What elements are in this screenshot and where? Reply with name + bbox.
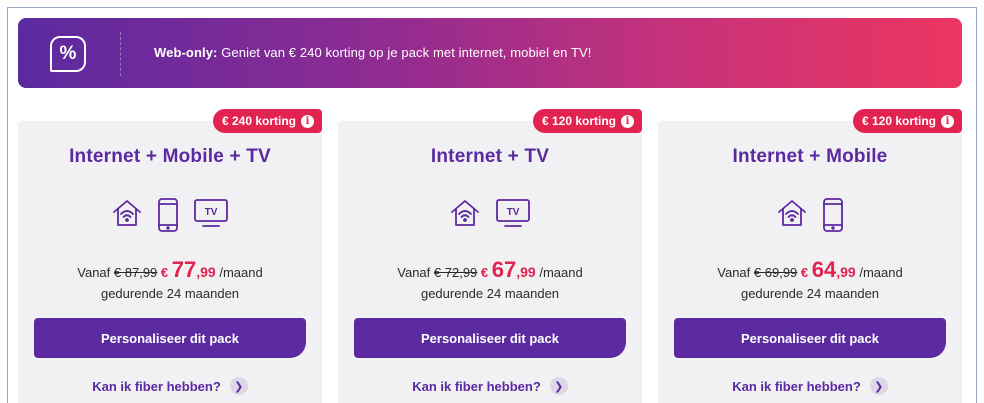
chevron-right-icon: ❯ [869,377,888,395]
pack-title: Internet + Mobile + TV [69,146,271,167]
contract-duration: gedurende 24 maanden [100,286,240,301]
wifi-house-icon [449,197,481,229]
pack-title: Internet + TV [430,146,550,167]
new-price: € 77,99 [160,257,216,282]
price-euros: 64 [811,257,837,282]
price-cents: ,99 [836,264,856,280]
discount-badge[interactable]: € 120 korting i [852,109,962,133]
banner-prefix: Web-only: [154,45,218,60]
chevron-right-icon: ❯ [229,377,248,395]
pack-icons [658,197,962,233]
price-euros: 67 [491,257,517,282]
price-line: Vanaf € 69,99 € 64,99 /maand [658,257,962,283]
banner-message: Web-only: Geniet van € 240 korting op je… [154,45,591,60]
fiber-check-label: Kan ik fiber hebben? [92,378,221,394]
price-line: Vanaf € 87,99 € 77,99 /maand [18,257,322,283]
currency-symbol: € [160,265,169,280]
from-label: Vanaf [77,265,111,280]
pack-icons: TV [338,197,642,229]
fiber-check-label: Kan ik fiber hebben? [732,378,861,394]
from-label: Vanaf [397,265,431,280]
fiber-check-link[interactable]: Kan ik fiber hebben? ❯ [18,377,322,395]
wifi-house-icon [776,197,808,233]
discount-badge[interactable]: € 240 korting i [212,109,322,133]
contract-duration: gedurende 24 maanden [740,286,880,301]
price-line: Vanaf € 72,99 € 67,99 /maand [338,257,642,283]
fiber-check-link[interactable]: Kan ik fiber hebben? ❯ [338,377,642,395]
discount-badge-label: € 240 korting [221,114,296,128]
info-icon[interactable]: i [621,114,634,128]
currency-symbol: € [800,265,809,280]
discount-badge[interactable]: € 120 korting i [532,109,642,133]
pack-card-internet-mobile: € 120 korting i Internet + Mobile Vanaf … [658,109,962,403]
currency-symbol: € [480,265,489,280]
tv-icon: TV [193,197,229,233]
banner-text: Geniet van € 240 korting op je pack met … [217,45,592,60]
info-icon[interactable]: i [941,114,954,128]
tv-icon-text: TV [205,207,218,218]
chevron-right-icon: ❯ [549,377,568,395]
pack-card-internet-tv: € 120 korting i Internet + TV TV Vanaf €… [338,109,642,403]
old-price: € 72,99 [433,265,478,280]
per-month-label: /maand [539,265,583,280]
phone-icon [157,197,179,233]
wifi-house-icon [111,197,143,233]
new-price: € 67,99 [480,257,536,282]
percent-icon: % [50,36,86,72]
tv-icon: TV [495,197,531,229]
from-label: Vanaf [717,265,751,280]
per-month-label: /maand [859,265,903,280]
phone-icon [822,197,844,233]
info-icon[interactable]: i [301,114,314,128]
fiber-check-link[interactable]: Kan ik fiber hebben? ❯ [658,377,962,395]
old-price: € 69,99 [753,265,798,280]
personalise-pack-button[interactable]: Personaliseer dit pack [674,318,946,358]
promo-banner: % Web-only: Geniet van € 240 korting op … [18,18,962,88]
pack-icons: TV [18,197,322,233]
discount-badge-label: € 120 korting [541,114,616,128]
pack-title: Internet + Mobile [732,146,888,167]
personalise-pack-button[interactable]: Personaliseer dit pack [34,318,306,358]
price-cents: ,99 [196,264,216,280]
price-euros: 77 [171,257,197,282]
contract-duration: gedurende 24 maanden [420,286,560,301]
banner-divider [120,32,121,76]
discount-badge-label: € 120 korting [861,114,936,128]
per-month-label: /maand [219,265,263,280]
price-cents: ,99 [516,264,536,280]
personalise-pack-button[interactable]: Personaliseer dit pack [354,318,626,358]
new-price: € 64,99 [800,257,856,282]
fiber-check-label: Kan ik fiber hebben? [412,378,541,394]
pack-card-internet-mobile-tv: € 240 korting i Internet + Mobile + TV T… [18,109,322,403]
old-price: € 87,99 [113,265,158,280]
tv-icon-text: TV [507,207,520,218]
